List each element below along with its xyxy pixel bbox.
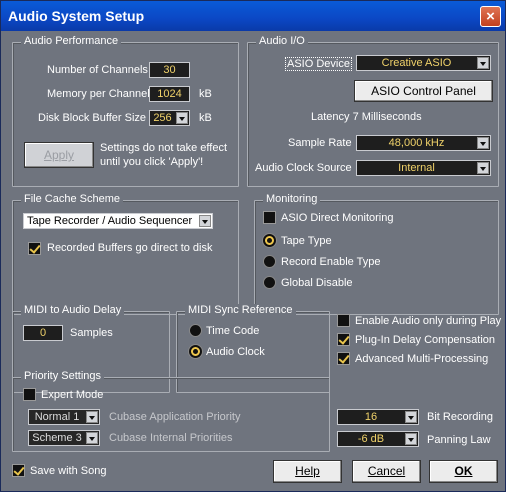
save-with-song-checkbox[interactable] [12,464,25,477]
recorded-buffers-checkbox[interactable] [28,242,41,255]
tape-type-radio[interactable] [263,234,276,247]
chevron-down-icon[interactable] [477,57,489,69]
asio-direct-label: ASIO Direct Monitoring [281,212,394,224]
chevron-down-icon[interactable] [477,137,489,149]
asio-direct-checkbox[interactable] [263,211,276,224]
file-cache-value: Tape Recorder / Audio Sequencer [27,215,193,227]
clock-source-dropdown[interactable]: Internal [356,160,491,176]
audio-clock-label: Audio Clock [206,346,265,358]
apply-label: Apply [43,148,75,162]
sample-rate-value: 48,000 kHz [388,137,445,149]
apply-note-line2: until you click 'Apply'! [100,156,204,168]
window-title: Audio System Setup [8,8,145,24]
plugin-delay-checkbox[interactable] [337,333,350,346]
app-priority-value: Normal 1 [34,411,80,423]
priority-group: Priority Settings Expert Mode Normal 1 C… [12,370,330,452]
multi-processing-label: Advanced Multi-Processing [355,353,489,365]
panning-law-dropdown[interactable]: -6 dB [337,431,419,447]
chevron-down-icon[interactable] [405,433,417,445]
channels-label: Number of Channels [47,64,148,76]
app-priority-dropdown[interactable]: Normal 1 [28,409,100,425]
dialog-body: Audio Performance Number of Channels 30 … [4,31,502,490]
audio-io-group: Audio I/O ASIO Device Creative ASIO ASIO… [247,35,499,187]
disk-buffer-unit: kB [199,112,212,124]
help-label: Help [295,464,320,478]
help-button[interactable]: Help [273,460,342,483]
record-enable-type-label: Record Enable Type [281,256,381,268]
midi-delay-field[interactable]: 0 [23,325,63,341]
file-cache-group: File Cache Scheme Tape Recorder / Audio … [12,193,239,315]
asio-device-value: Creative ASIO [381,57,452,69]
disk-buffer-value: 256 [153,112,172,124]
internal-priority-label: Cubase Internal Priorities [109,432,233,444]
time-code-radio[interactable] [189,324,202,337]
bit-recording-label: Bit Recording [427,411,494,423]
global-disable-label: Global Disable [281,277,353,289]
app-priority-label: Cubase Application Priority [109,411,241,423]
save-with-song-label: Save with Song [30,465,107,477]
memory-unit: kB [199,88,212,100]
apply-note-line1: Settings do not take effect [100,142,227,154]
asio-device-label: ASIO Device [285,57,352,71]
cancel-button[interactable]: Cancel [352,460,421,483]
chevron-down-icon[interactable] [199,215,211,227]
audio-performance-group: Audio Performance Number of Channels 30 … [12,35,239,187]
bit-recording-dropdown[interactable]: 16 [337,409,419,425]
cancel-label: Cancel [367,464,406,478]
disk-buffer-label: Disk Block Buffer Size [38,112,147,124]
chevron-down-icon[interactable] [86,432,98,444]
ok-label: OK [454,464,473,478]
enable-audio-label: Enable Audio only during Play [355,315,502,327]
chevron-down-icon[interactable] [477,162,489,174]
monitoring-group: Monitoring ASIO Direct Monitoring Tape T… [254,193,499,315]
asio-device-dropdown[interactable]: Creative ASIO [356,55,491,71]
global-disable-radio[interactable] [263,276,276,289]
record-enable-type-radio[interactable] [263,255,276,268]
time-code-label: Time Code [206,325,260,337]
internal-priority-value: Scheme 3 [32,432,82,444]
midi-sync-legend: MIDI Sync Reference [185,304,296,316]
recorded-buffers-label: Recorded Buffers go direct to disk [47,242,213,254]
panning-law-label: Panning Law [427,434,491,446]
chevron-down-icon[interactable] [176,112,188,124]
expert-mode-label: Expert Mode [41,389,104,401]
panning-law-value: -6 dB [357,433,385,445]
audio-system-setup-window: Audio System Setup × Audio Performance N… [0,0,506,492]
sample-rate-dropdown[interactable]: 48,000 kHz [356,135,491,151]
audio-performance-legend: Audio Performance [21,35,122,47]
channels-field[interactable]: 30 [149,62,190,78]
multi-processing-checkbox[interactable] [337,352,350,365]
plugin-delay-label: Plug-In Delay Compensation [355,334,496,346]
ok-button[interactable]: OK [429,460,498,483]
clock-source-label: Audio Clock Source [255,162,352,174]
priority-legend: Priority Settings [21,370,105,382]
sample-rate-label: Sample Rate [288,137,352,149]
close-icon[interactable]: × [480,6,501,27]
memory-label: Memory per Channel [47,88,150,100]
audio-clock-radio[interactable] [189,345,202,358]
monitoring-legend: Monitoring [263,193,321,205]
audio-io-legend: Audio I/O [256,35,308,47]
expert-mode-checkbox[interactable] [23,388,36,401]
file-cache-dropdown[interactable]: Tape Recorder / Audio Sequencer [23,213,213,229]
internal-priority-dropdown[interactable]: Scheme 3 [28,430,100,446]
apply-button[interactable]: Apply [24,142,94,168]
bit-recording-value: 16 [364,411,378,423]
midi-delay-unit: Samples [70,327,113,339]
enable-audio-checkbox[interactable] [337,314,350,327]
title-bar[interactable]: Audio System Setup × [1,1,505,31]
latency-text: Latency 7 Milliseconds [311,111,422,123]
asio-control-panel-button[interactable]: ASIO Control Panel [354,80,493,102]
clock-source-value: Internal [398,162,435,174]
chevron-down-icon[interactable] [405,411,417,423]
midi-audio-delay-legend: MIDI to Audio Delay [21,304,125,316]
disk-buffer-dropdown[interactable]: 256 [149,110,190,126]
chevron-down-icon[interactable] [86,411,98,423]
tape-type-label: Tape Type [281,235,332,247]
memory-field[interactable]: 1024 [149,86,190,102]
file-cache-legend: File Cache Scheme [21,193,123,205]
